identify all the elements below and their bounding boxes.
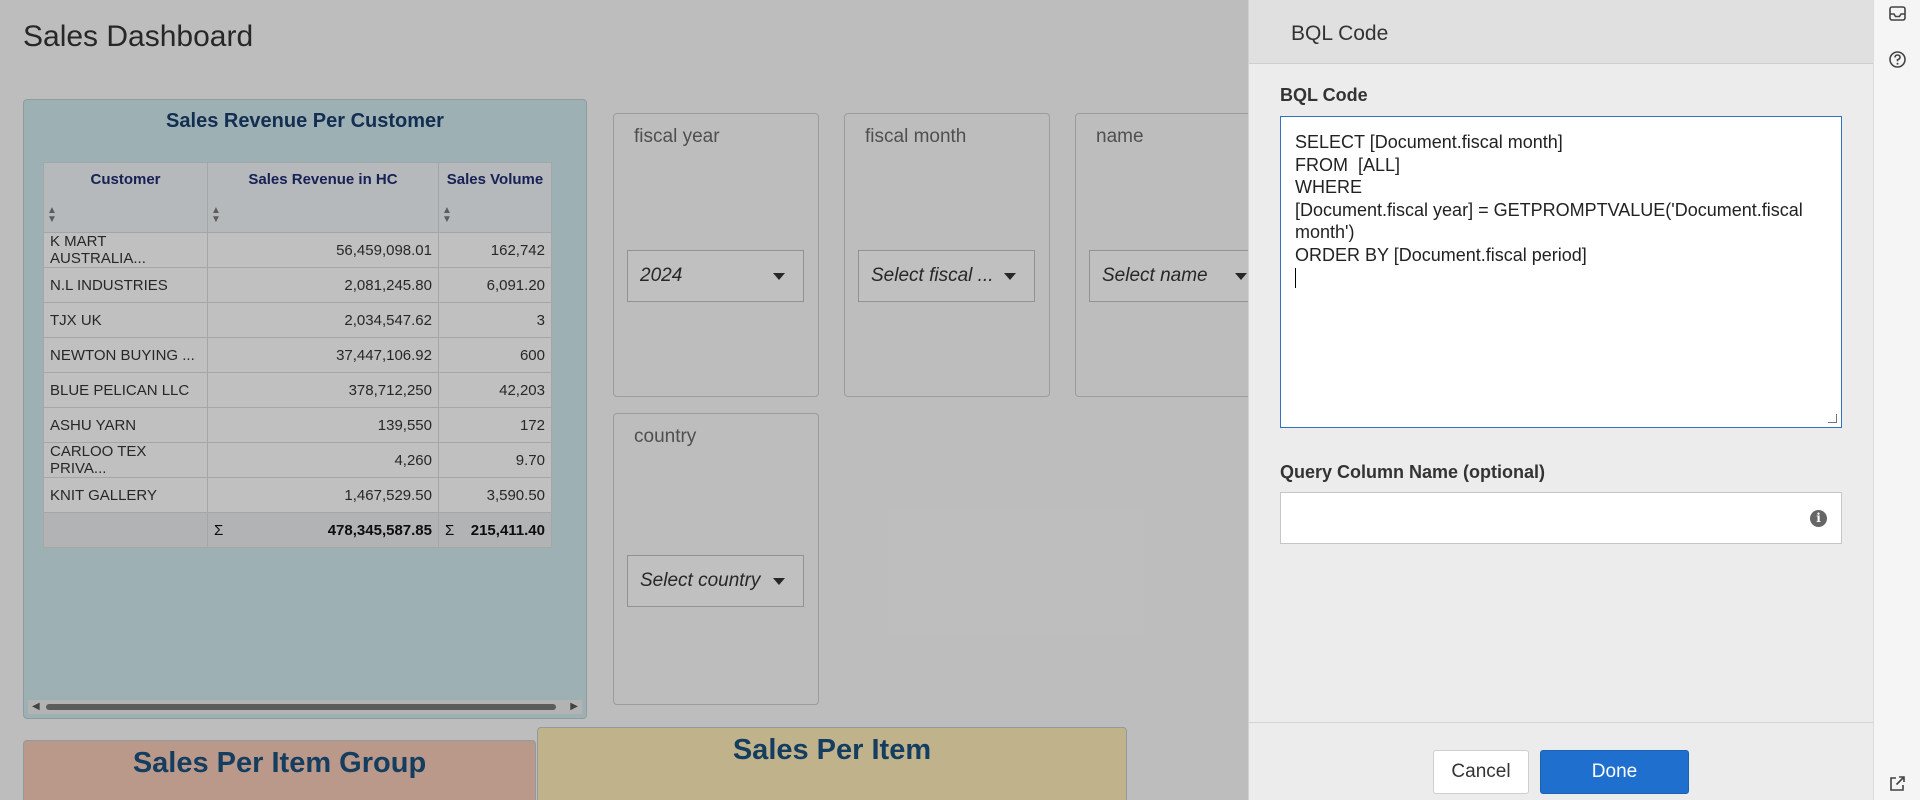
right-rail (1873, 0, 1920, 800)
panel-header-title: BQL Code (1291, 22, 1389, 45)
query-column-input[interactable] (1281, 493, 1781, 543)
panel-header: BQL Code (1249, 0, 1873, 64)
query-column-label: Query Column Name (optional) (1280, 462, 1546, 482)
text-cursor (1295, 268, 1296, 289)
help-icon[interactable] (1888, 50, 1907, 69)
external-link-icon[interactable] (1888, 774, 1907, 793)
resize-handle-icon[interactable] (1828, 414, 1837, 423)
done-button[interactable]: Done (1540, 750, 1689, 794)
info-icon[interactable]: i (1810, 510, 1827, 527)
bql-code-panel: BQL Code BQL Code SELECT [Document.fisca… (1248, 0, 1874, 800)
panel-footer: Cancel Done (1249, 722, 1874, 800)
bql-code-editor[interactable]: SELECT [Document.fiscal month] FROM [ALL… (1280, 116, 1842, 428)
inbox-icon[interactable] (1888, 4, 1907, 23)
panel-body: BQL Code SELECT [Document.fiscal month] … (1280, 64, 1842, 544)
bql-code-label: BQL Code (1280, 85, 1368, 105)
query-column-field: i (1280, 492, 1842, 544)
cancel-button[interactable]: Cancel (1433, 750, 1529, 794)
